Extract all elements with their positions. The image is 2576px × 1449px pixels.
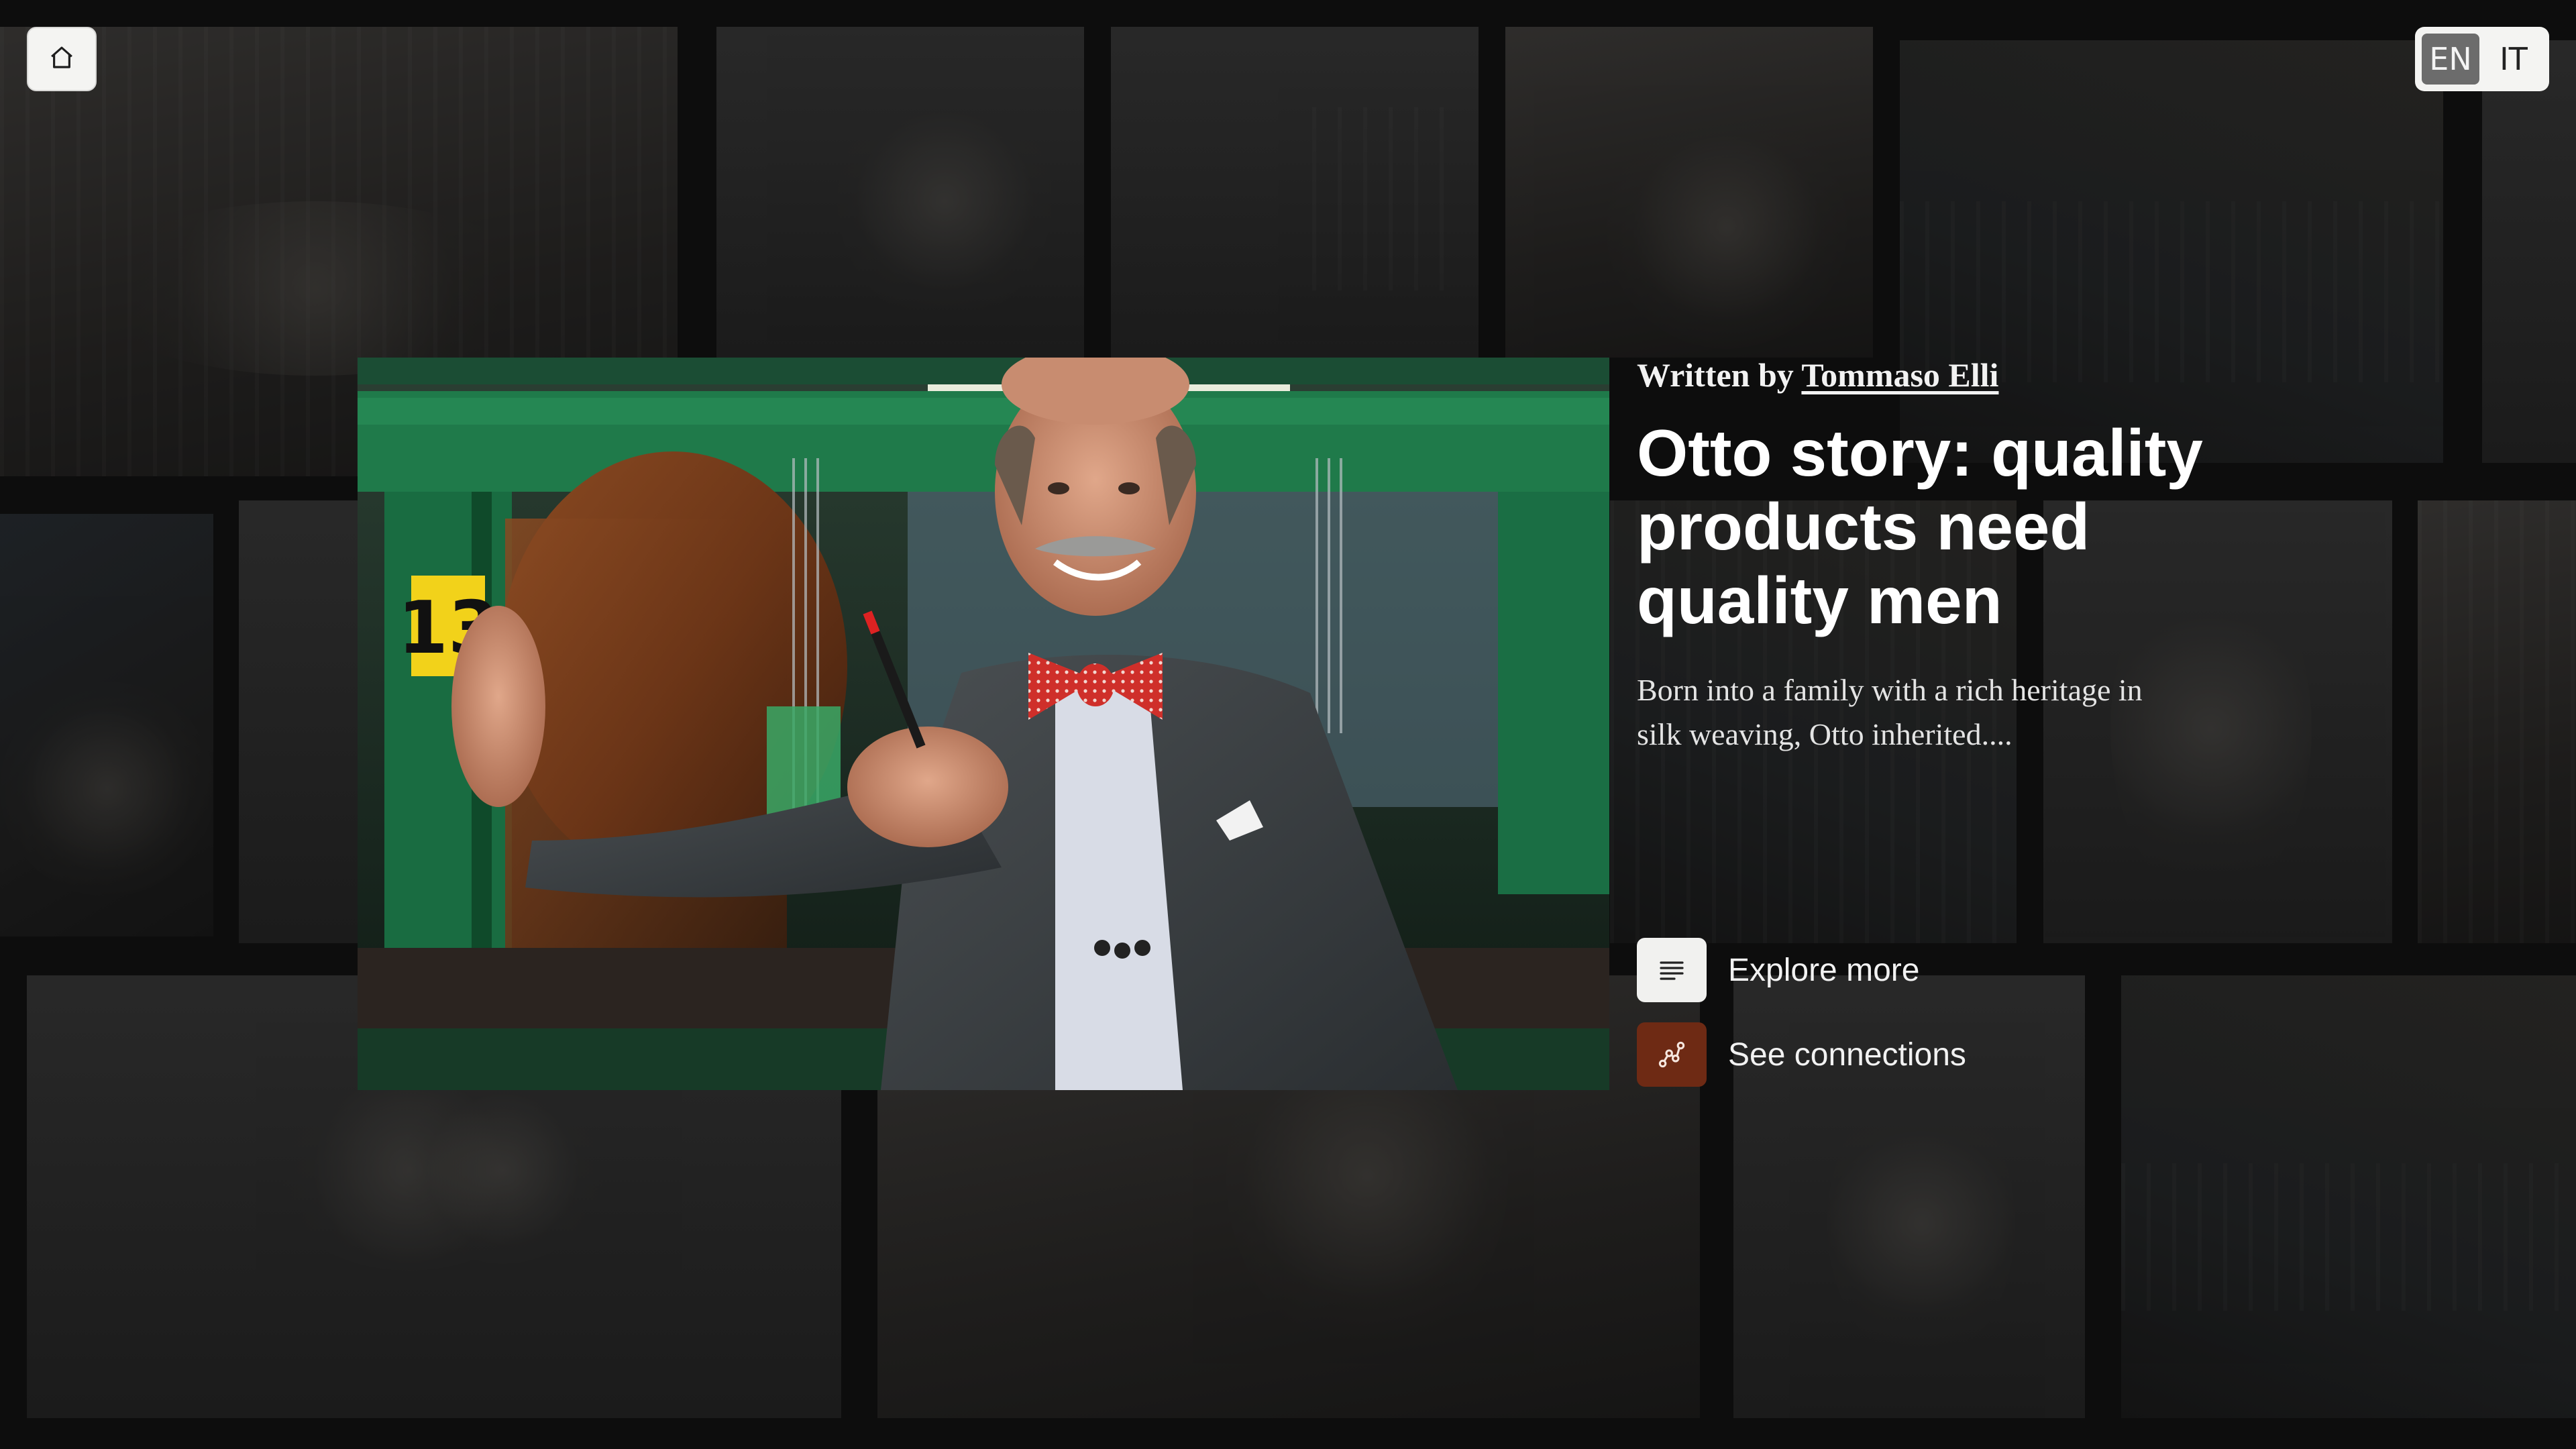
see-connections-label: See connections <box>1728 1036 1966 1073</box>
bg-photo-mother-child <box>716 27 1084 358</box>
bg-photo-left-strip <box>239 500 366 943</box>
home-icon <box>48 44 76 75</box>
bg-photo-group-bus <box>1900 40 2443 463</box>
bg-photo-harbor-postcard <box>2121 975 2576 1418</box>
network-icon <box>1637 1022 1707 1087</box>
bg-photo-pattern-card <box>1111 27 1479 358</box>
explore-more-button[interactable]: Explore more <box>1637 938 1919 1002</box>
bg-photo-machinery-right <box>2418 500 2576 943</box>
author-link[interactable]: Tommaso Elli <box>1801 356 1998 394</box>
article-title: Otto story: quality products need qualit… <box>1637 416 2203 637</box>
byline-prefix: Written by <box>1637 356 1794 394</box>
article-byline: Written by Tommaso Elli <box>1637 356 1998 394</box>
bg-photo-women-working <box>1505 27 1873 358</box>
see-connections-button[interactable]: See connections <box>1637 1022 1966 1087</box>
lang-it-button[interactable]: IT <box>2485 34 2542 85</box>
explore-more-label: Explore more <box>1728 952 1920 988</box>
lang-en-button[interactable]: EN <box>2422 34 2479 85</box>
bg-photo-edge-right-top <box>2482 40 2576 463</box>
feature-photo-illustration: 13 <box>358 358 1609 1090</box>
lines-icon <box>1637 938 1707 1002</box>
feature-photo: 13 <box>358 358 1609 1090</box>
article-summary: Born into a family with a rich heritage … <box>1637 673 2143 751</box>
bg-photo-crowd <box>0 514 215 936</box>
home-button[interactable] <box>27 27 97 91</box>
language-switcher: EN IT <box>2415 27 2549 91</box>
